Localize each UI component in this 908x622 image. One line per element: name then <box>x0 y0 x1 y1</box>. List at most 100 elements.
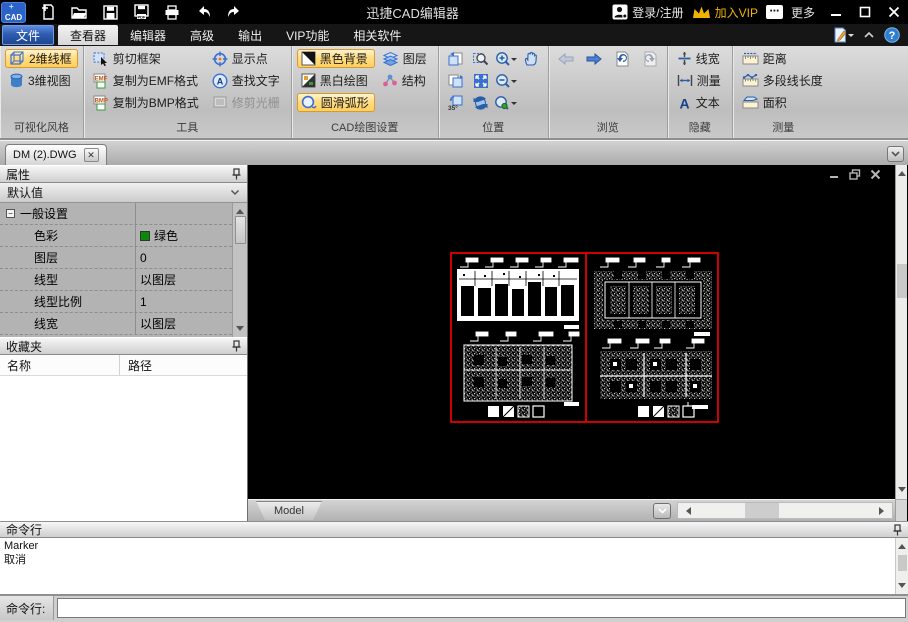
zoom-in-button[interactable] <box>494 49 518 69</box>
minimize-button[interactable] <box>821 1 850 23</box>
maximize-button[interactable] <box>850 1 879 23</box>
find-text-button[interactable]: A 查找文字 <box>208 71 286 90</box>
favorites-list[interactable] <box>0 376 247 521</box>
menu-tab-related[interactable]: 相关软件 <box>341 24 413 46</box>
menu-file-button[interactable]: 文件 <box>2 25 54 45</box>
scroll-down-arrow[interactable] <box>236 326 244 335</box>
drawing-canvas[interactable] <box>248 165 895 499</box>
app-logo-icon[interactable]: + CAD <box>1 2 26 23</box>
mdi-restore-button[interactable] <box>849 169 861 180</box>
view-3d-button[interactable]: 3维视图 <box>5 71 78 90</box>
mdi-close-button[interactable] <box>870 169 881 180</box>
command-history[interactable]: Marker 取消 <box>0 538 908 596</box>
scroll-left-arrow[interactable] <box>682 507 691 515</box>
vertical-scrollbar[interactable] <box>895 165 907 521</box>
property-group-row[interactable]: − 一般设置 <box>0 203 232 225</box>
more-label[interactable]: 更多 <box>791 4 815 21</box>
zoom-scale-dropdown-arrow[interactable] <box>511 102 517 108</box>
open-file-button[interactable] <box>70 3 88 21</box>
layers-button[interactable]: 图层 <box>378 49 433 68</box>
property-row-linetype[interactable]: 线型 以图层 <box>0 269 232 291</box>
scrollbar-thumb[interactable] <box>898 555 907 571</box>
vip-button[interactable]: 加入VIP <box>692 4 758 21</box>
measure-area-button[interactable]: 面积 <box>738 93 829 112</box>
close-button[interactable] <box>879 1 908 23</box>
menu-tab-vip[interactable]: VIP功能 <box>274 24 341 46</box>
model-tab[interactable]: Model <box>256 501 322 520</box>
property-row-linetype-scale[interactable]: 线型比例 1 <box>0 291 232 313</box>
menu-tab-output[interactable]: 输出 <box>226 24 274 46</box>
tab-list-dropdown-button[interactable] <box>887 146 904 162</box>
property-grid-scrollbar[interactable] <box>232 203 247 337</box>
mdi-minimize-button[interactable] <box>829 169 840 180</box>
copy-emf-button[interactable]: EMF 复制为EMF格式 <box>89 71 205 90</box>
scroll-up-arrow[interactable] <box>898 540 906 549</box>
zoom-out-button[interactable] <box>494 71 518 91</box>
view-forward-button[interactable] <box>638 49 662 69</box>
black-background-button[interactable]: 黑色背景 <box>297 49 375 68</box>
wireframe-2d-button[interactable]: 2维线框 <box>5 49 78 68</box>
favorites-column-path[interactable]: 路径 <box>120 357 152 374</box>
smooth-arc-button[interactable]: 圆滑弧形 <box>297 93 375 112</box>
pin-icon[interactable] <box>893 524 902 536</box>
browse-back-button[interactable] <box>554 49 578 69</box>
property-row-layer[interactable]: 图层 0 <box>0 247 232 269</box>
copy-bmp-button[interactable]: BMP 复制为BMP格式 <box>89 93 205 112</box>
zoom-out-dropdown-arrow[interactable] <box>511 80 517 86</box>
view-back-button[interactable] <box>610 49 634 69</box>
scroll-up-arrow[interactable] <box>898 167 906 176</box>
clip-frame-button[interactable]: 剪切框架 <box>89 49 205 68</box>
refresh-view-button[interactable] <box>469 93 493 113</box>
menu-tab-editor[interactable]: 编辑器 <box>118 24 178 46</box>
scroll-right-arrow[interactable] <box>879 507 888 515</box>
quick-edit-button[interactable] <box>832 27 854 43</box>
hide-lineweight-button[interactable]: 线宽 <box>673 49 727 68</box>
measure-distance-button[interactable]: 距离 <box>738 49 829 68</box>
scroll-down-arrow[interactable] <box>898 583 906 592</box>
property-row-lineweight[interactable]: 线宽 以图层 <box>0 313 232 335</box>
scrollbar-thumb[interactable] <box>235 216 246 244</box>
preset-dropdown[interactable]: 默认值 <box>0 183 247 203</box>
pin-icon[interactable] <box>232 340 241 352</box>
horizontal-scrollbar[interactable] <box>677 502 893 519</box>
structure-button[interactable]: 结构 <box>378 71 433 90</box>
scrollbar-thumb[interactable] <box>897 264 907 298</box>
redo-button[interactable] <box>225 3 243 21</box>
previous-view-button[interactable] <box>444 49 468 69</box>
menu-tab-viewer[interactable]: 查看器 <box>58 25 118 45</box>
hide-text-button[interactable]: A 文本 <box>673 93 727 112</box>
document-tab[interactable]: DM (2).DWG ✕ <box>5 144 107 165</box>
help-button[interactable]: ? <box>884 27 900 43</box>
tree-collapse-icon[interactable]: − <box>6 209 15 218</box>
more-tools-button[interactable]: ⋯ <box>766 5 783 19</box>
zoom-scale-button[interactable] <box>494 93 518 113</box>
layout-list-button[interactable] <box>653 503 671 519</box>
menu-tab-advanced[interactable]: 高级 <box>178 24 226 46</box>
zoom-window-button[interactable] <box>469 49 493 69</box>
save-button[interactable] <box>101 3 119 21</box>
browse-forward-button[interactable] <box>582 49 606 69</box>
pan-button[interactable] <box>519 49 543 69</box>
undo-button[interactable] <box>194 3 212 21</box>
zoom-in-dropdown-arrow[interactable] <box>511 58 517 64</box>
document-tab-close-button[interactable]: ✕ <box>84 148 99 162</box>
save-pdf-button[interactable]: PDF <box>132 3 150 21</box>
scroll-down-arrow[interactable] <box>898 487 906 496</box>
trim-raster-button[interactable]: 修剪光栅 <box>208 93 286 112</box>
command-scrollbar[interactable] <box>895 538 908 594</box>
favorites-column-name[interactable]: 名称 <box>0 355 120 375</box>
scrollbar-thumb[interactable] <box>745 503 779 518</box>
rotate-view-button[interactable]: 35° <box>444 93 468 113</box>
scrollbar-track[interactable] <box>695 503 875 518</box>
login-button[interactable]: 登录/注册 <box>612 4 683 21</box>
new-file-button[interactable] <box>39 3 57 21</box>
copy-view-button[interactable] <box>444 71 468 91</box>
bw-drawing-button[interactable]: 黑白绘图 <box>297 71 375 90</box>
command-input[interactable] <box>57 598 906 618</box>
print-button[interactable] <box>163 3 181 21</box>
show-points-button[interactable]: 显示点 <box>208 49 286 68</box>
hide-measure-button[interactable]: 测量 <box>673 71 727 90</box>
scroll-up-arrow[interactable] <box>236 205 244 214</box>
property-row-color[interactable]: 色彩 绿色 <box>0 225 232 247</box>
zoom-extents-button[interactable] <box>469 71 493 91</box>
